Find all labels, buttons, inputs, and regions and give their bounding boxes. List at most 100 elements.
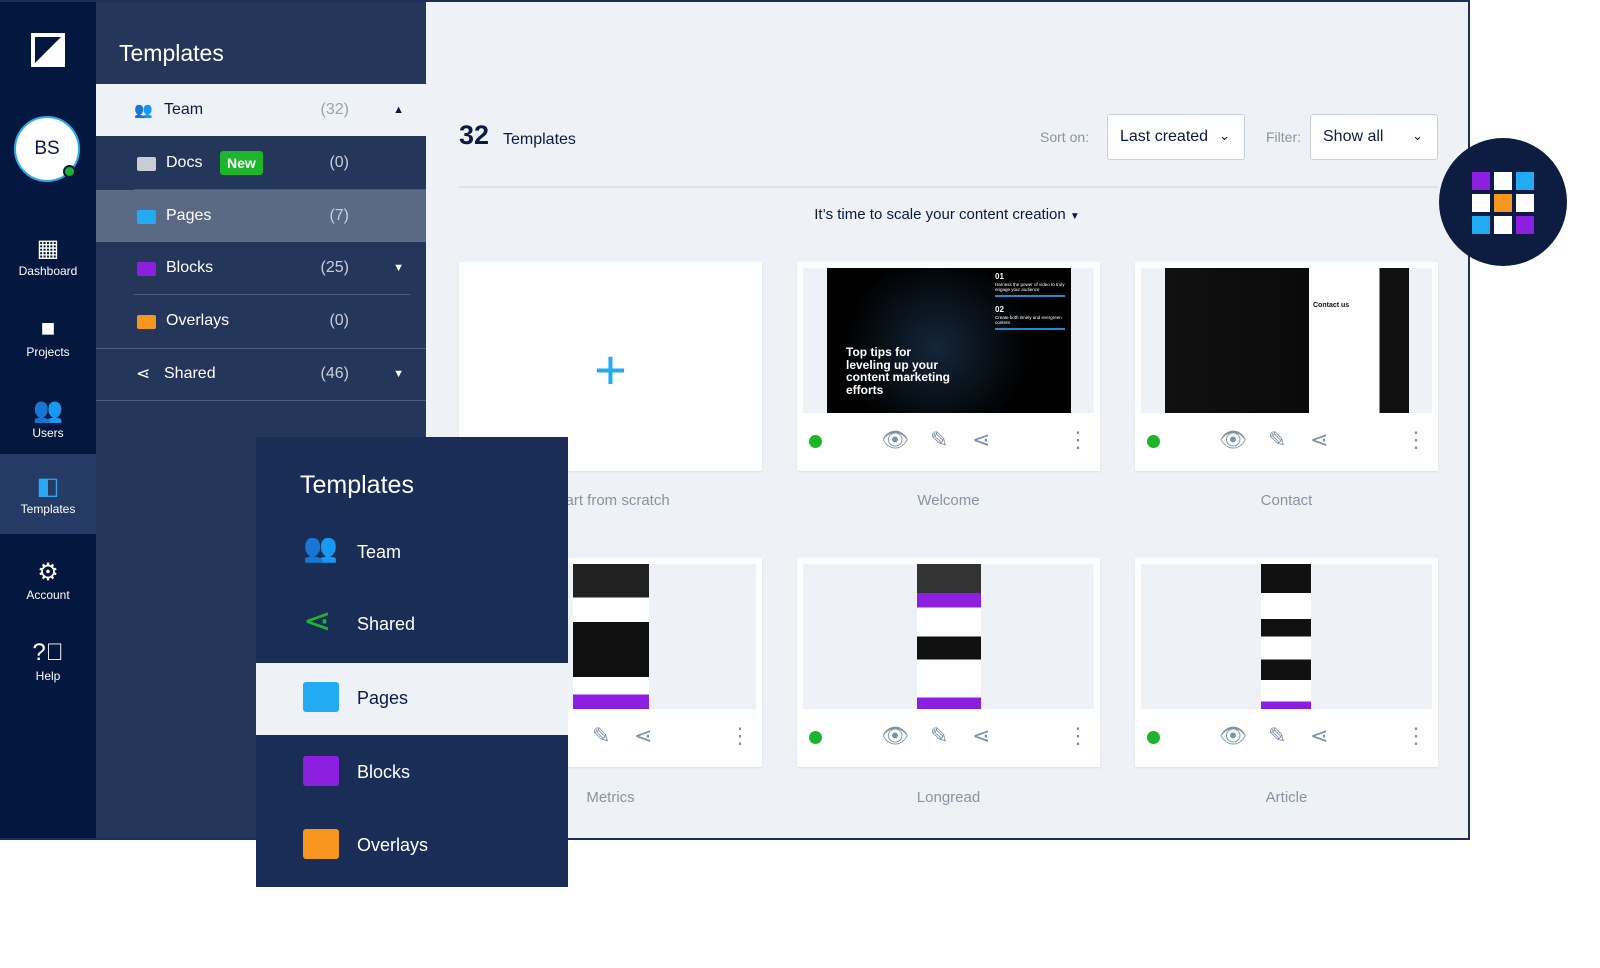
overlay-title: Templates bbox=[300, 471, 414, 499]
eye-icon[interactable]: 👁 bbox=[1219, 427, 1247, 453]
template-card[interactable]: 👁 ✎ ⋖ ⋮ bbox=[1135, 558, 1438, 767]
panel-item-team[interactable]: 👥 Team (32) ▲ bbox=[96, 84, 426, 136]
template-count: 32 bbox=[459, 120, 490, 150]
status-dot bbox=[809, 731, 822, 744]
brand-grid-square bbox=[1516, 194, 1534, 212]
chevron-down-icon: ⌄ bbox=[1412, 128, 1423, 143]
eye-icon[interactable]: 👁 bbox=[1219, 723, 1247, 749]
brand-grid-square bbox=[1472, 172, 1490, 190]
users-icon: 👥 bbox=[33, 397, 63, 424]
rail-item-help[interactable]: ?⃝ Help bbox=[0, 621, 96, 701]
folder-icon bbox=[137, 262, 156, 276]
overlay-item-pages[interactable]: Pages bbox=[256, 663, 568, 735]
template-card[interactable]: 01 Harness the power of video to truly e… bbox=[797, 262, 1100, 471]
status-dot bbox=[1147, 435, 1160, 448]
template-card[interactable]: 👁 ✎ ⋖ ⋮ bbox=[797, 558, 1100, 767]
template-thumbnail bbox=[1141, 564, 1432, 709]
brand-grid-square bbox=[1494, 194, 1512, 212]
panel-item-blocks[interactable]: Blocks (25) ▼ bbox=[96, 242, 426, 294]
folder-icon bbox=[303, 829, 339, 859]
share-icon: ⋖ bbox=[136, 364, 151, 383]
divider bbox=[96, 400, 426, 401]
template-card[interactable]: Contact us 👁 ✎ ⋖ ⋮ bbox=[1135, 262, 1438, 471]
divider bbox=[459, 186, 1438, 188]
panel-item-pages[interactable]: Pages (7) bbox=[96, 190, 426, 242]
caret-down-icon[interactable]: ▼ bbox=[393, 368, 404, 380]
templates-menu-overlay: Templates 👥 Team ⋖ Shared Pages Blocks Ove… bbox=[256, 437, 568, 887]
brand-grid-square bbox=[1494, 172, 1512, 190]
rail-item-account[interactable]: ⚙ Account bbox=[0, 540, 96, 620]
template-thumbnail bbox=[803, 564, 1094, 709]
plus-icon: + bbox=[594, 338, 627, 401]
rail-item-users[interactable]: 👥 Users bbox=[0, 378, 96, 458]
pencil-icon[interactable]: ✎ bbox=[1268, 427, 1286, 453]
chevron-down-icon: ⌄ bbox=[1219, 128, 1230, 143]
rail-item-projects[interactable]: ■ Projects bbox=[0, 297, 96, 377]
eye-icon[interactable]: 👁 bbox=[881, 427, 909, 453]
folder-icon bbox=[303, 756, 339, 786]
logo[interactable] bbox=[31, 33, 65, 67]
overlay-item-blocks[interactable]: Blocks bbox=[256, 737, 568, 809]
pencil-icon[interactable]: ✎ bbox=[930, 723, 948, 749]
folder-icon: ■ bbox=[40, 315, 56, 342]
panel-item-overlays[interactable]: Overlays (0) bbox=[96, 295, 426, 347]
brand-grid-square bbox=[1472, 216, 1490, 234]
pencil-icon[interactable]: ✎ bbox=[1268, 723, 1286, 749]
card-label: Contact bbox=[1260, 492, 1313, 509]
sort-label: Sort on: bbox=[1040, 129, 1090, 145]
template-count-label: Templates bbox=[503, 131, 576, 148]
brand-grid-badge bbox=[1439, 138, 1567, 266]
pencil-icon[interactable]: ✎ bbox=[592, 723, 610, 749]
share-icon[interactable]: ⋖ bbox=[1310, 723, 1328, 749]
more-icon[interactable]: ⋮ bbox=[1067, 723, 1089, 749]
caret-down-icon[interactable]: ▼ bbox=[393, 262, 404, 274]
templates-icon: ◧ bbox=[36, 473, 60, 500]
share-icon[interactable]: ⋖ bbox=[1310, 427, 1328, 453]
app-window: BS ▦ Dashboard ■ Projects 👥 Users ◧ Template… bbox=[0, 0, 1470, 840]
pencil-icon[interactable]: ✎ bbox=[930, 427, 948, 453]
more-icon[interactable]: ⋮ bbox=[729, 723, 751, 749]
status-dot bbox=[1147, 731, 1160, 744]
folder-icon bbox=[137, 315, 156, 329]
online-status-dot bbox=[63, 165, 76, 178]
panel-item-shared[interactable]: ⋖ Shared (46) ▼ bbox=[96, 348, 426, 400]
share-icon[interactable]: ⋖ bbox=[634, 723, 652, 749]
promo-link[interactable]: It’s time to scale your content creation… bbox=[426, 206, 1468, 223]
caret-up-icon[interactable]: ▲ bbox=[393, 104, 404, 116]
rail-item-templates[interactable]: ◧ Templates bbox=[0, 454, 96, 534]
left-rail: BS ▦ Dashboard ■ Projects 👥 Users ◧ Template… bbox=[0, 2, 96, 838]
more-icon[interactable]: ⋮ bbox=[1405, 427, 1427, 453]
share-icon[interactable]: ⋖ bbox=[972, 427, 990, 453]
main-content: 32 Templates Sort on: Last created ⌄ Filt… bbox=[426, 2, 1468, 838]
filter-select[interactable]: Show all ⌄ bbox=[1310, 114, 1438, 160]
card-label: Longread bbox=[916, 789, 981, 806]
users-icon: 👥 bbox=[303, 532, 338, 563]
overlay-item-overlays[interactable]: Overlays bbox=[256, 810, 568, 882]
dashboard-icon: ▦ bbox=[36, 235, 60, 262]
panel-item-docs[interactable]: Docs New (0) bbox=[96, 137, 426, 189]
brand-grid-square bbox=[1472, 194, 1490, 212]
brand-grid-square bbox=[1516, 216, 1534, 234]
sort-select[interactable]: Last created ⌄ bbox=[1107, 114, 1245, 160]
more-icon[interactable]: ⋮ bbox=[1405, 723, 1427, 749]
overlay-item-shared[interactable]: ⋖ Shared bbox=[256, 589, 568, 661]
users-icon: 👥 bbox=[134, 102, 153, 119]
gear-icon: ⚙ bbox=[37, 559, 59, 586]
template-thumbnail: 01 Harness the power of video to truly e… bbox=[803, 268, 1094, 413]
help-icon: ?⃝ bbox=[32, 639, 64, 666]
brand-grid-square bbox=[1494, 216, 1512, 234]
folder-icon bbox=[303, 682, 339, 712]
avatar[interactable]: BS bbox=[14, 116, 80, 182]
template-thumbnail: Contact us bbox=[1141, 268, 1432, 413]
overlay-item-team[interactable]: 👥 Team bbox=[256, 517, 568, 589]
folder-icon bbox=[137, 157, 156, 171]
share-icon[interactable]: ⋖ bbox=[972, 723, 990, 749]
new-badge: New bbox=[220, 151, 263, 175]
caret-down-icon: ▼ bbox=[1069, 211, 1080, 222]
card-label: Article bbox=[1265, 789, 1308, 806]
more-icon[interactable]: ⋮ bbox=[1067, 427, 1089, 453]
rail-item-dashboard[interactable]: ▦ Dashboard bbox=[0, 216, 96, 296]
eye-icon[interactable]: 👁 bbox=[881, 723, 909, 749]
panel-title: Templates bbox=[119, 40, 224, 66]
card-label: Welcome bbox=[917, 492, 980, 509]
